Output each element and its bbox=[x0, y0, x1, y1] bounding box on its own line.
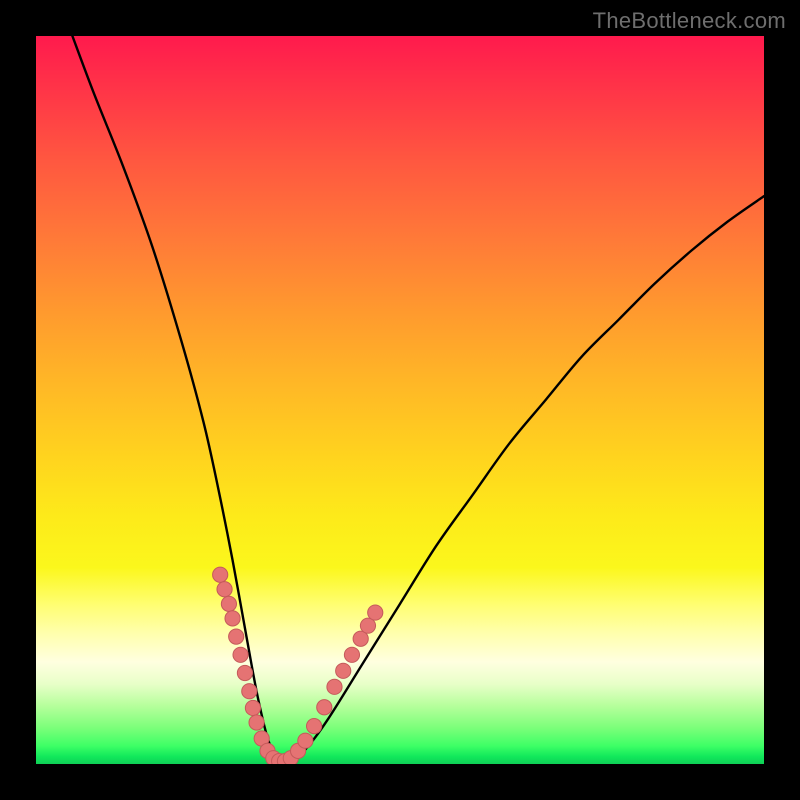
highlight-dot bbox=[229, 629, 244, 644]
highlight-dot bbox=[344, 647, 359, 662]
highlight-dot bbox=[368, 605, 383, 620]
highlight-dot bbox=[245, 700, 260, 715]
highlight-dot bbox=[242, 684, 257, 699]
highlight-dot bbox=[221, 596, 236, 611]
highlight-dot bbox=[317, 700, 332, 715]
highlight-dot bbox=[233, 647, 248, 662]
highlight-dot bbox=[336, 663, 351, 678]
highlight-dot bbox=[327, 679, 342, 694]
highlight-dot bbox=[306, 719, 321, 734]
highlight-dot bbox=[217, 582, 232, 597]
highlight-dot bbox=[225, 611, 240, 626]
plot-area bbox=[36, 36, 764, 764]
highlight-dot bbox=[237, 665, 252, 680]
highlight-dot bbox=[249, 715, 264, 730]
chart-svg bbox=[36, 36, 764, 764]
highlight-dot bbox=[298, 733, 313, 748]
watermark-text: TheBottleneck.com bbox=[593, 8, 786, 34]
highlight-dot bbox=[213, 567, 228, 582]
bottleneck-curve bbox=[72, 36, 764, 762]
chart-frame: TheBottleneck.com bbox=[0, 0, 800, 800]
